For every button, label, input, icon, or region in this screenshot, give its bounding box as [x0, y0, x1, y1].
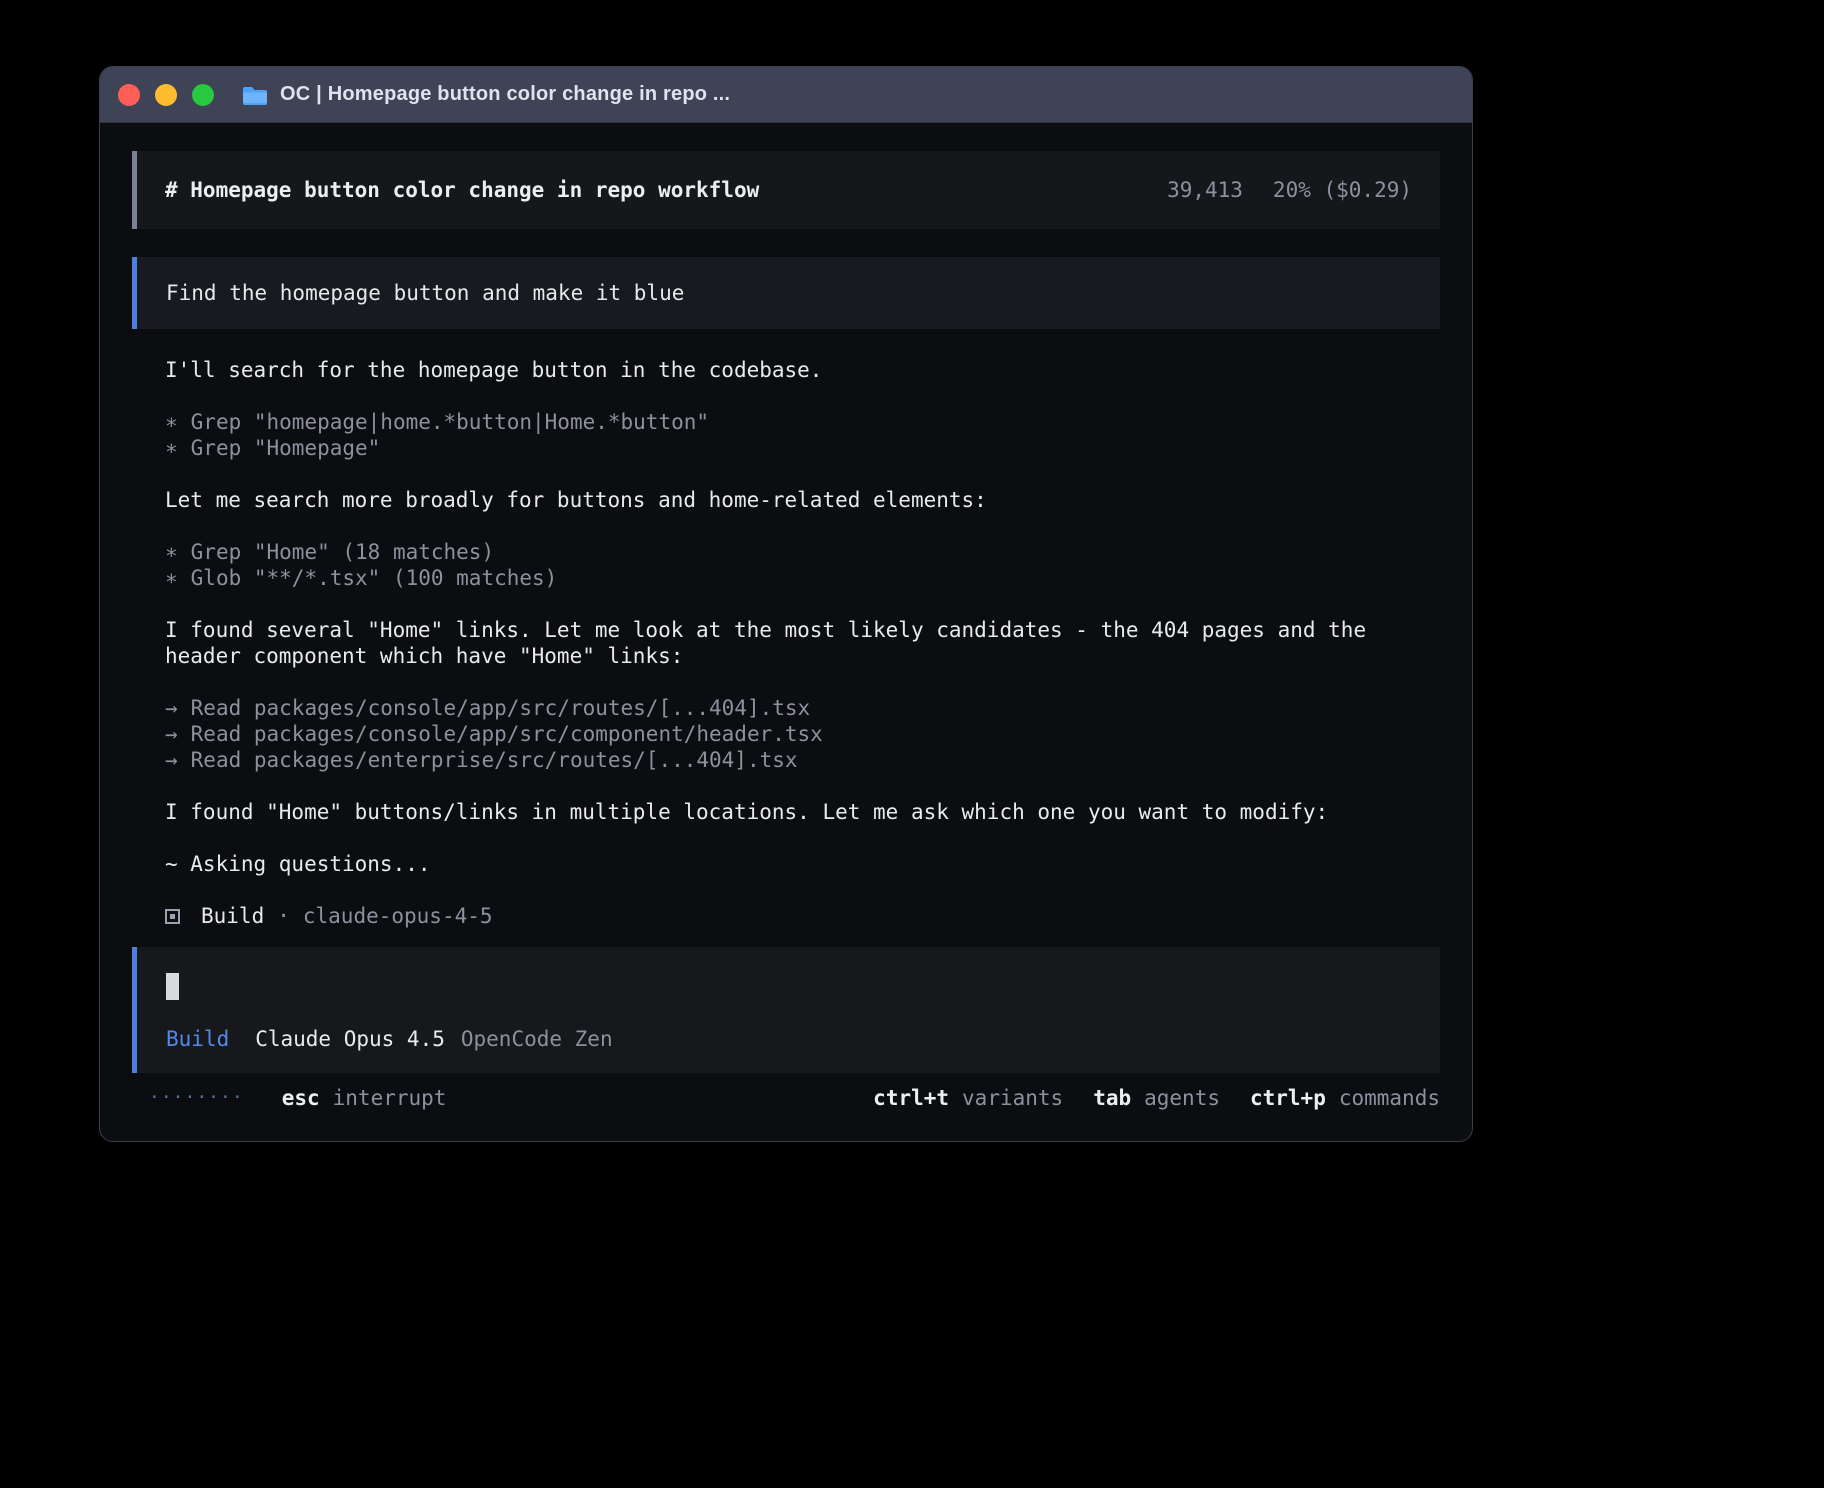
shortcut-key: ctrl+p	[1250, 1085, 1326, 1111]
input-provider: OpenCode Zen	[461, 1026, 613, 1052]
tool-call: ∗ Grep "Home" (18 matches)	[165, 539, 1409, 565]
read-arrow-icon: →	[165, 747, 178, 773]
tool-call: ∗ Glob "**/*.tsx" (100 matches)	[165, 565, 1409, 591]
session-title: # Homepage button color change in repo w…	[165, 177, 759, 203]
shortcut-key: tab	[1093, 1085, 1131, 1111]
read-call: → Read packages/console/app/src/routes/[…	[165, 695, 1409, 721]
token-count: 39,413	[1167, 177, 1243, 203]
tool-call: ∗ Grep "homepage|home.*button|Home.*butt…	[165, 409, 1409, 435]
assistant-text: Let me search more broadly for buttons a…	[165, 487, 1409, 513]
input-meta: Build Claude Opus 4.5 OpenCode Zen	[166, 1026, 1410, 1052]
read-arrow-icon: →	[165, 695, 178, 721]
context-cost: 20% ($0.29)	[1273, 177, 1412, 203]
agent-badge-icon	[165, 909, 180, 924]
user-message: Find the homepage button and make it blu…	[132, 257, 1440, 329]
shortcut-key: ctrl+t	[873, 1085, 949, 1111]
read-call: → Read packages/console/app/src/componen…	[165, 721, 1409, 747]
tool-call-text: Glob "**/*.tsx" (100 matches)	[191, 565, 558, 591]
user-message-text: Find the homepage button and make it blu…	[166, 280, 684, 306]
maximize-button[interactable]	[192, 84, 214, 106]
shortcut-label: interrupt	[333, 1085, 447, 1111]
agent-model: claude-opus-4-5	[303, 903, 493, 929]
tool-call-text: Grep "Home" (18 matches)	[191, 539, 494, 565]
shortcut-label: agents	[1144, 1085, 1220, 1111]
tool-bullet-icon: ∗	[165, 539, 178, 565]
window-title: OC | Homepage button color change in rep…	[280, 83, 730, 106]
read-call-text: Read packages/console/app/src/component/…	[191, 721, 823, 747]
traffic-lights	[118, 84, 214, 106]
terminal-content: # Homepage button color change in repo w…	[100, 123, 1472, 1111]
separator-dot: ·	[277, 903, 290, 929]
read-call: → Read packages/enterprise/src/routes/[.…	[165, 747, 1409, 773]
terminal-window: OC | Homepage button color change in rep…	[99, 66, 1473, 1142]
input-model[interactable]: Claude Opus 4.5	[255, 1026, 445, 1052]
shortcut-key: esc	[282, 1085, 320, 1111]
status-bar: ········ esc interrupt ctrl+t variants t…	[132, 1085, 1440, 1111]
folder-icon	[242, 85, 268, 105]
titlebar[interactable]: OC | Homepage button color change in rep…	[100, 67, 1472, 123]
read-arrow-icon: →	[165, 721, 178, 747]
assistant-text: I found several "Home" links. Let me loo…	[165, 617, 1409, 669]
tool-call-text: Grep "homepage|home.*button|Home.*button…	[191, 409, 709, 435]
shortcut-label: commands	[1339, 1085, 1440, 1111]
shortcut-commands[interactable]: ctrl+p commands	[1250, 1085, 1440, 1111]
shortcut-interrupt[interactable]: esc interrupt	[282, 1085, 447, 1111]
asking-status: ~ Asking questions...	[165, 851, 1409, 877]
read-call-text: Read packages/console/app/src/routes/[..…	[191, 695, 811, 721]
text-cursor	[166, 973, 179, 1000]
agent-name: Build	[201, 903, 264, 929]
shortcut-variants[interactable]: ctrl+t variants	[873, 1085, 1063, 1111]
title-area: OC | Homepage button color change in rep…	[242, 83, 730, 106]
read-call-group: → Read packages/console/app/src/routes/[…	[165, 695, 1409, 773]
close-button[interactable]	[118, 84, 140, 106]
minimize-button[interactable]	[155, 84, 177, 106]
prompt-input[interactable]: Build Claude Opus 4.5 OpenCode Zen	[132, 947, 1440, 1073]
shortcut-label: variants	[962, 1085, 1063, 1111]
assistant-transcript: I'll search for the homepage button in t…	[132, 357, 1442, 929]
read-call-text: Read packages/enterprise/src/routes/[...…	[191, 747, 798, 773]
tool-call-group: ∗ Grep "Home" (18 matches) ∗ Glob "**/*.…	[165, 539, 1409, 591]
tool-call-text: Grep "Homepage"	[191, 435, 381, 461]
session-header: # Homepage button color change in repo w…	[132, 151, 1440, 229]
shortcut-agents[interactable]: tab agents	[1093, 1085, 1220, 1111]
tool-call-group: ∗ Grep "homepage|home.*button|Home.*butt…	[165, 409, 1409, 461]
tool-bullet-icon: ∗	[165, 409, 178, 435]
tool-call: ∗ Grep "Homepage"	[165, 435, 1409, 461]
input-mode[interactable]: Build	[166, 1026, 229, 1052]
assistant-text: I'll search for the homepage button in t…	[165, 357, 1409, 383]
tool-bullet-icon: ∗	[165, 435, 178, 461]
agent-status: Build · claude-opus-4-5	[165, 903, 1409, 929]
tool-bullet-icon: ∗	[165, 565, 178, 591]
assistant-text: I found "Home" buttons/links in multiple…	[165, 799, 1409, 825]
spinner-dots: ········	[149, 1085, 244, 1111]
